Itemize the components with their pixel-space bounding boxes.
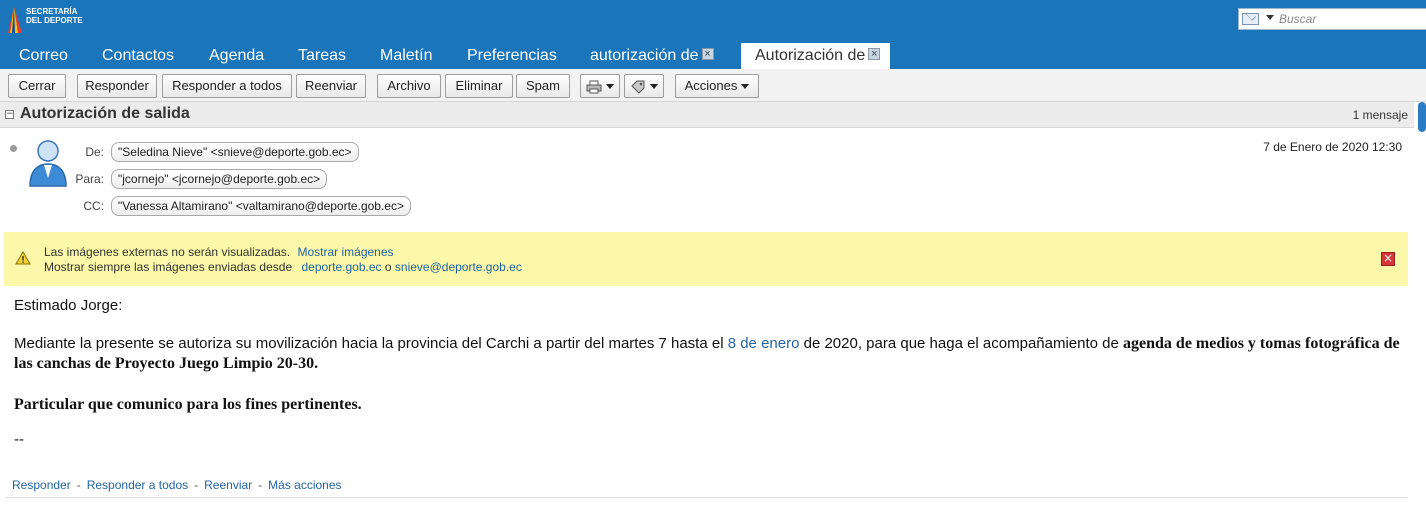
tab-preferencias[interactable]: Preferencias — [467, 43, 557, 69]
signature-separator: -- — [14, 431, 24, 448]
conversation-subject: Autorización de salida — [20, 105, 190, 122]
warning-line-2: Mostrar siempre las imágenes enviadas de… — [44, 260, 522, 274]
p1-bold-1: agenda de medios y tomas — [1123, 335, 1301, 352]
actions-menu-button[interactable]: Acciones — [675, 74, 759, 98]
logo-text: SECRETARÍA DEL DEPORTE — [26, 7, 83, 25]
footer-reply-link[interactable]: Responder — [12, 478, 71, 492]
warning-icon — [15, 251, 31, 265]
print-icon — [586, 80, 602, 94]
external-images-warning: Las imágenes externas no serán visualiza… — [4, 232, 1408, 286]
footer-more-actions-link[interactable]: Más acciones — [268, 478, 341, 492]
chevron-down-icon[interactable] — [1266, 15, 1274, 20]
collapse-toggle[interactable]: − — [5, 110, 14, 119]
scrollbar-thumb[interactable] — [1418, 102, 1426, 132]
tab-message-2[interactable]: Autorización de × — [741, 43, 891, 69]
close-icon[interactable]: × — [701, 48, 714, 61]
read-status-icon[interactable] — [10, 145, 17, 152]
p1-text-b: de 2020, para que haga el acompañamiento… — [803, 335, 1119, 352]
message-count: 1 mensaje — [1352, 108, 1408, 122]
spam-button[interactable]: Spam — [516, 74, 570, 98]
to-label: Para: — [75, 172, 104, 186]
archive-button[interactable]: Archivo — [377, 74, 441, 98]
message-date: 7 de Enero de 2020 12:30 — [1263, 140, 1402, 154]
footer-separator: - — [76, 478, 81, 492]
search-input[interactable] — [1279, 11, 1419, 27]
tab-correo[interactable]: Correo — [19, 43, 68, 69]
logo-flag-icon — [8, 7, 22, 33]
tag-icon — [631, 80, 645, 94]
warning-text-2: Mostrar siempre las imágenes enviadas de… — [44, 260, 293, 274]
tab-message-1-label: autorización de — [590, 47, 699, 64]
print-button[interactable] — [580, 74, 620, 98]
tab-message-2-label: Autorización de — [755, 47, 866, 64]
greeting: Estimado Jorge: — [14, 297, 123, 314]
footer-actions: Responder - Responder a todos - Reenviar - Más… — [12, 478, 342, 492]
date-link[interactable]: 8 de enero — [728, 335, 800, 352]
footer-separator: - — [258, 478, 263, 492]
body-paragraph-2: Particular que comunico para los fines p… — [14, 396, 362, 413]
footer-reply-all-link[interactable]: Responder a todos — [87, 478, 188, 492]
divider — [6, 497, 1408, 498]
toolbar: Cerrar Responder Responder a todos Reenv… — [0, 69, 1426, 102]
logo-line-2: DEL DEPORTE — [26, 16, 83, 25]
forward-button[interactable]: Reenviar — [296, 74, 366, 98]
avatar — [29, 140, 67, 187]
tab-message-1[interactable]: autorización de × — [590, 43, 714, 69]
close-icon[interactable]: × — [868, 48, 881, 61]
close-icon[interactable]: × — [1381, 252, 1395, 266]
reply-button[interactable]: Responder — [77, 74, 157, 98]
warning-text-1: Las imágenes externas no serán visualiza… — [44, 245, 291, 259]
to-address[interactable]: "jcornejo" <jcornejo@deporte.gob.ec> — [111, 169, 328, 189]
tag-button[interactable] — [624, 74, 664, 98]
chevron-down-icon — [650, 84, 658, 90]
p1-text-a: Mediante la presente se autoriza su movi… — [14, 335, 724, 352]
search-box[interactable] — [1238, 8, 1426, 30]
show-images-link[interactable]: Mostrar imágenes — [297, 245, 393, 259]
tab-tareas[interactable]: Tareas — [298, 43, 346, 69]
reply-all-button[interactable]: Responder a todos — [162, 74, 292, 98]
close-button[interactable]: Cerrar — [8, 74, 66, 98]
warning-line-1: Las imágenes externas no serán visualiza… — [44, 245, 394, 259]
cc-label: CC: — [83, 199, 104, 213]
top-bar: SECRETARÍA DEL DEPORTE Correo Contactos … — [0, 0, 1426, 69]
tab-contactos[interactable]: Contactos — [102, 43, 174, 69]
actions-label: Acciones — [684, 78, 738, 93]
logo[interactable]: SECRETARÍA DEL DEPORTE — [4, 5, 84, 39]
warning-or: o — [384, 260, 392, 274]
from-label: De: — [85, 145, 104, 159]
always-show-domain-link[interactable]: deporte.gob.ec — [301, 260, 381, 274]
always-show-sender-link[interactable]: snieve@deporte.gob.ec — [395, 260, 522, 274]
from-address[interactable]: "Seledina Nieve" <snieve@deporte.gob.ec> — [111, 142, 359, 162]
conversation-header: − Autorización de salida 1 mensaje — [0, 102, 1414, 128]
tab-maletin[interactable]: Maletín — [380, 43, 432, 69]
footer-separator: - — [194, 478, 199, 492]
tab-agenda[interactable]: Agenda — [209, 43, 264, 69]
chevron-down-icon — [741, 84, 750, 90]
delete-button[interactable]: Eliminar — [445, 74, 513, 98]
cc-address[interactable]: "Vanessa Altamirano" <valtamirano@deport… — [111, 196, 411, 216]
logo-line-1: SECRETARÍA — [26, 7, 78, 16]
mail-icon[interactable] — [1242, 13, 1259, 25]
footer-forward-link[interactable]: Reenviar — [204, 478, 252, 492]
body-paragraph-1: Mediante la presente se autoriza su movi… — [14, 334, 1404, 374]
chevron-down-icon — [606, 84, 614, 90]
